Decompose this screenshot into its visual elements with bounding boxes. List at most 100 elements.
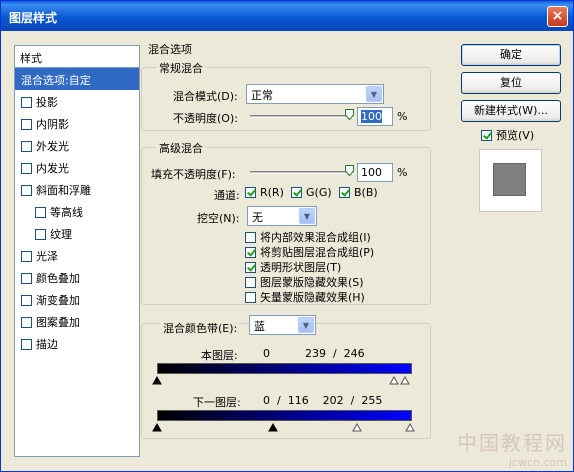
style-list-item[interactable]: 描边 — [15, 332, 139, 354]
close-button[interactable]: × — [547, 6, 568, 27]
channels-label: 通道: — [214, 189, 240, 202]
style-list-item[interactable]: 内发光 — [15, 156, 139, 178]
blend-mode-select[interactable]: 正常 ▼ — [246, 84, 384, 104]
style-checkbox[interactable] — [21, 163, 32, 174]
this-layer-white-handle-right — [400, 375, 410, 385]
channel-checkbox[interactable]: G(G) — [291, 186, 332, 199]
checkbox-icon — [245, 262, 256, 273]
knockout-value: 无 — [252, 211, 263, 224]
underlying-layer-label: 下一图层: — [193, 396, 241, 409]
style-list-item-label: 内阴影 — [36, 118, 69, 131]
advanced-option-checkbox[interactable]: 矢量蒙版隐藏效果(H) — [245, 289, 365, 305]
style-list-item[interactable]: 颜色叠加 — [15, 266, 139, 288]
style-list-item-label: 外发光 — [36, 140, 69, 153]
style-checkbox[interactable] — [21, 119, 32, 130]
advanced-option-checkbox[interactable]: 将剪贴图层混合成组(P) — [245, 244, 374, 260]
advanced-option-label: 图层蒙版隐藏效果(S) — [260, 276, 364, 289]
style-checkbox[interactable] — [21, 339, 32, 350]
this-layer-white-handle-left — [389, 375, 399, 385]
checkbox-icon — [339, 187, 350, 198]
fill-opacity-value: 100 — [361, 166, 382, 179]
underlying-white-handle-right — [405, 422, 415, 432]
underlying-black-handle-left — [152, 422, 162, 432]
channel-checkbox[interactable]: B(B) — [339, 186, 378, 199]
underlying-black-handle-right — [268, 422, 278, 432]
style-checkbox[interactable] — [21, 185, 32, 196]
reset-button[interactable]: 复位 — [461, 72, 561, 94]
style-list-item-label: 斜面和浮雕 — [36, 184, 91, 197]
checkbox-icon — [245, 292, 256, 303]
advanced-option-label: 透明形状图层(T) — [260, 261, 342, 274]
watermark: 中国教程网 jcwcn.com — [457, 427, 567, 469]
style-list-item[interactable]: 纹理 — [15, 222, 139, 244]
knockout-label: 挖空(N): — [197, 212, 240, 225]
style-list-item-label: 纹理 — [50, 228, 72, 241]
style-checkbox[interactable] — [35, 207, 46, 218]
style-checkbox[interactable] — [21, 295, 32, 306]
style-list-item[interactable]: 等高线 — [15, 200, 139, 222]
style-list-item[interactable]: 投影 — [15, 90, 139, 112]
preview-checkbox[interactable]: 预览(V) — [481, 127, 534, 143]
preview-swatch — [493, 163, 526, 196]
underlying-white-handle-left — [352, 422, 362, 432]
underlying-layer-slider-handles[interactable] — [151, 422, 417, 432]
window-title: 图层样式 — [9, 11, 58, 25]
advanced-option-checkbox[interactable]: 透明形状图层(T) — [245, 259, 341, 275]
this-layer-slider-handles[interactable] — [151, 375, 417, 385]
style-list: 样式 混合选项:自定投影内阴影外发光内发光斜面和浮雕等高线纹理光泽颜色叠加 渐变叠… — [14, 45, 140, 457]
opacity-slider-thumb[interactable] — [345, 109, 354, 121]
style-list-item[interactable]: 图案叠加 — [15, 310, 139, 332]
style-checkbox[interactable] — [21, 317, 32, 328]
style-list-item-label: 光泽 — [36, 250, 58, 263]
blend-options-legend: 混合选项 — [148, 43, 192, 56]
channel-checkbox[interactable]: R(R) — [245, 186, 284, 199]
preview-label: 预览(V) — [496, 129, 535, 142]
checkbox-icon — [245, 187, 256, 198]
fill-opacity-slider-thumb[interactable] — [345, 165, 354, 177]
style-list-item[interactable]: 内阴影 — [15, 112, 139, 134]
advanced-option-checkbox[interactable]: 将内部效果混合成组(I) — [245, 229, 371, 245]
style-list-header: 样式 — [15, 46, 139, 68]
advanced-blending-legend: 高级混合 — [156, 140, 206, 156]
style-list-item[interactable]: 外发光 — [15, 134, 139, 156]
style-checkbox[interactable] — [21, 273, 32, 284]
opacity-slider[interactable] — [250, 115, 354, 118]
style-checkbox[interactable] — [21, 251, 32, 262]
checkbox-icon — [245, 247, 256, 258]
this-layer-gradient — [157, 363, 412, 374]
opacity-value: 100 — [361, 110, 382, 123]
blend-if-select[interactable]: 蓝 ▼ — [249, 315, 316, 335]
style-list-item-label: 等高线 — [50, 206, 83, 219]
style-list-item[interactable]: 斜面和浮雕 — [15, 178, 139, 200]
watermark-url: jcwcn.com — [508, 456, 567, 469]
style-checkbox[interactable] — [21, 97, 32, 108]
fill-opacity-label: 填充不透明度(F): — [151, 168, 236, 181]
style-list-item[interactable]: 混合选项:自定 — [15, 68, 139, 90]
knockout-select[interactable]: 无 ▼ — [247, 206, 317, 226]
advanced-option-checkbox[interactable]: 图层蒙版隐藏效果(S) — [245, 274, 364, 290]
opacity-unit: % — [397, 110, 408, 123]
this-layer-label: 本图层: — [201, 349, 238, 362]
style-list-item[interactable]: 光泽 — [15, 244, 139, 266]
opacity-input[interactable]: 100 — [357, 107, 393, 126]
style-checkbox[interactable] — [21, 141, 32, 152]
style-checkbox[interactable] — [35, 229, 46, 240]
advanced-option-label: 将剪贴图层混合成组(P) — [260, 246, 375, 259]
style-list-item-label: 图案叠加 — [36, 316, 80, 329]
new-style-button[interactable]: 新建样式(W)... — [461, 100, 561, 122]
opacity-label: 不透明度(O): — [173, 112, 238, 125]
fill-opacity-slider[interactable] — [250, 171, 354, 174]
title-bar: 图层样式 × — [1, 1, 573, 31]
channel-label: G(G) — [306, 186, 332, 199]
blend-mode-label: 混合模式(D): — [173, 90, 238, 103]
watermark-text: 中国教程网 — [457, 431, 567, 455]
checkbox-icon — [245, 232, 256, 243]
underlying-layer-gradient — [157, 410, 412, 421]
style-list-item-label: 内发光 — [36, 162, 69, 175]
fill-opacity-input[interactable]: 100 — [357, 163, 393, 182]
ok-button[interactable]: 确定 — [461, 44, 561, 66]
style-list-item[interactable]: 渐变叠加 — [15, 288, 139, 310]
blend-mode-value: 正常 — [251, 89, 273, 102]
style-list-item-label: 混合选项:自定 — [21, 74, 91, 87]
style-list-item-label: 描边 — [36, 338, 58, 351]
